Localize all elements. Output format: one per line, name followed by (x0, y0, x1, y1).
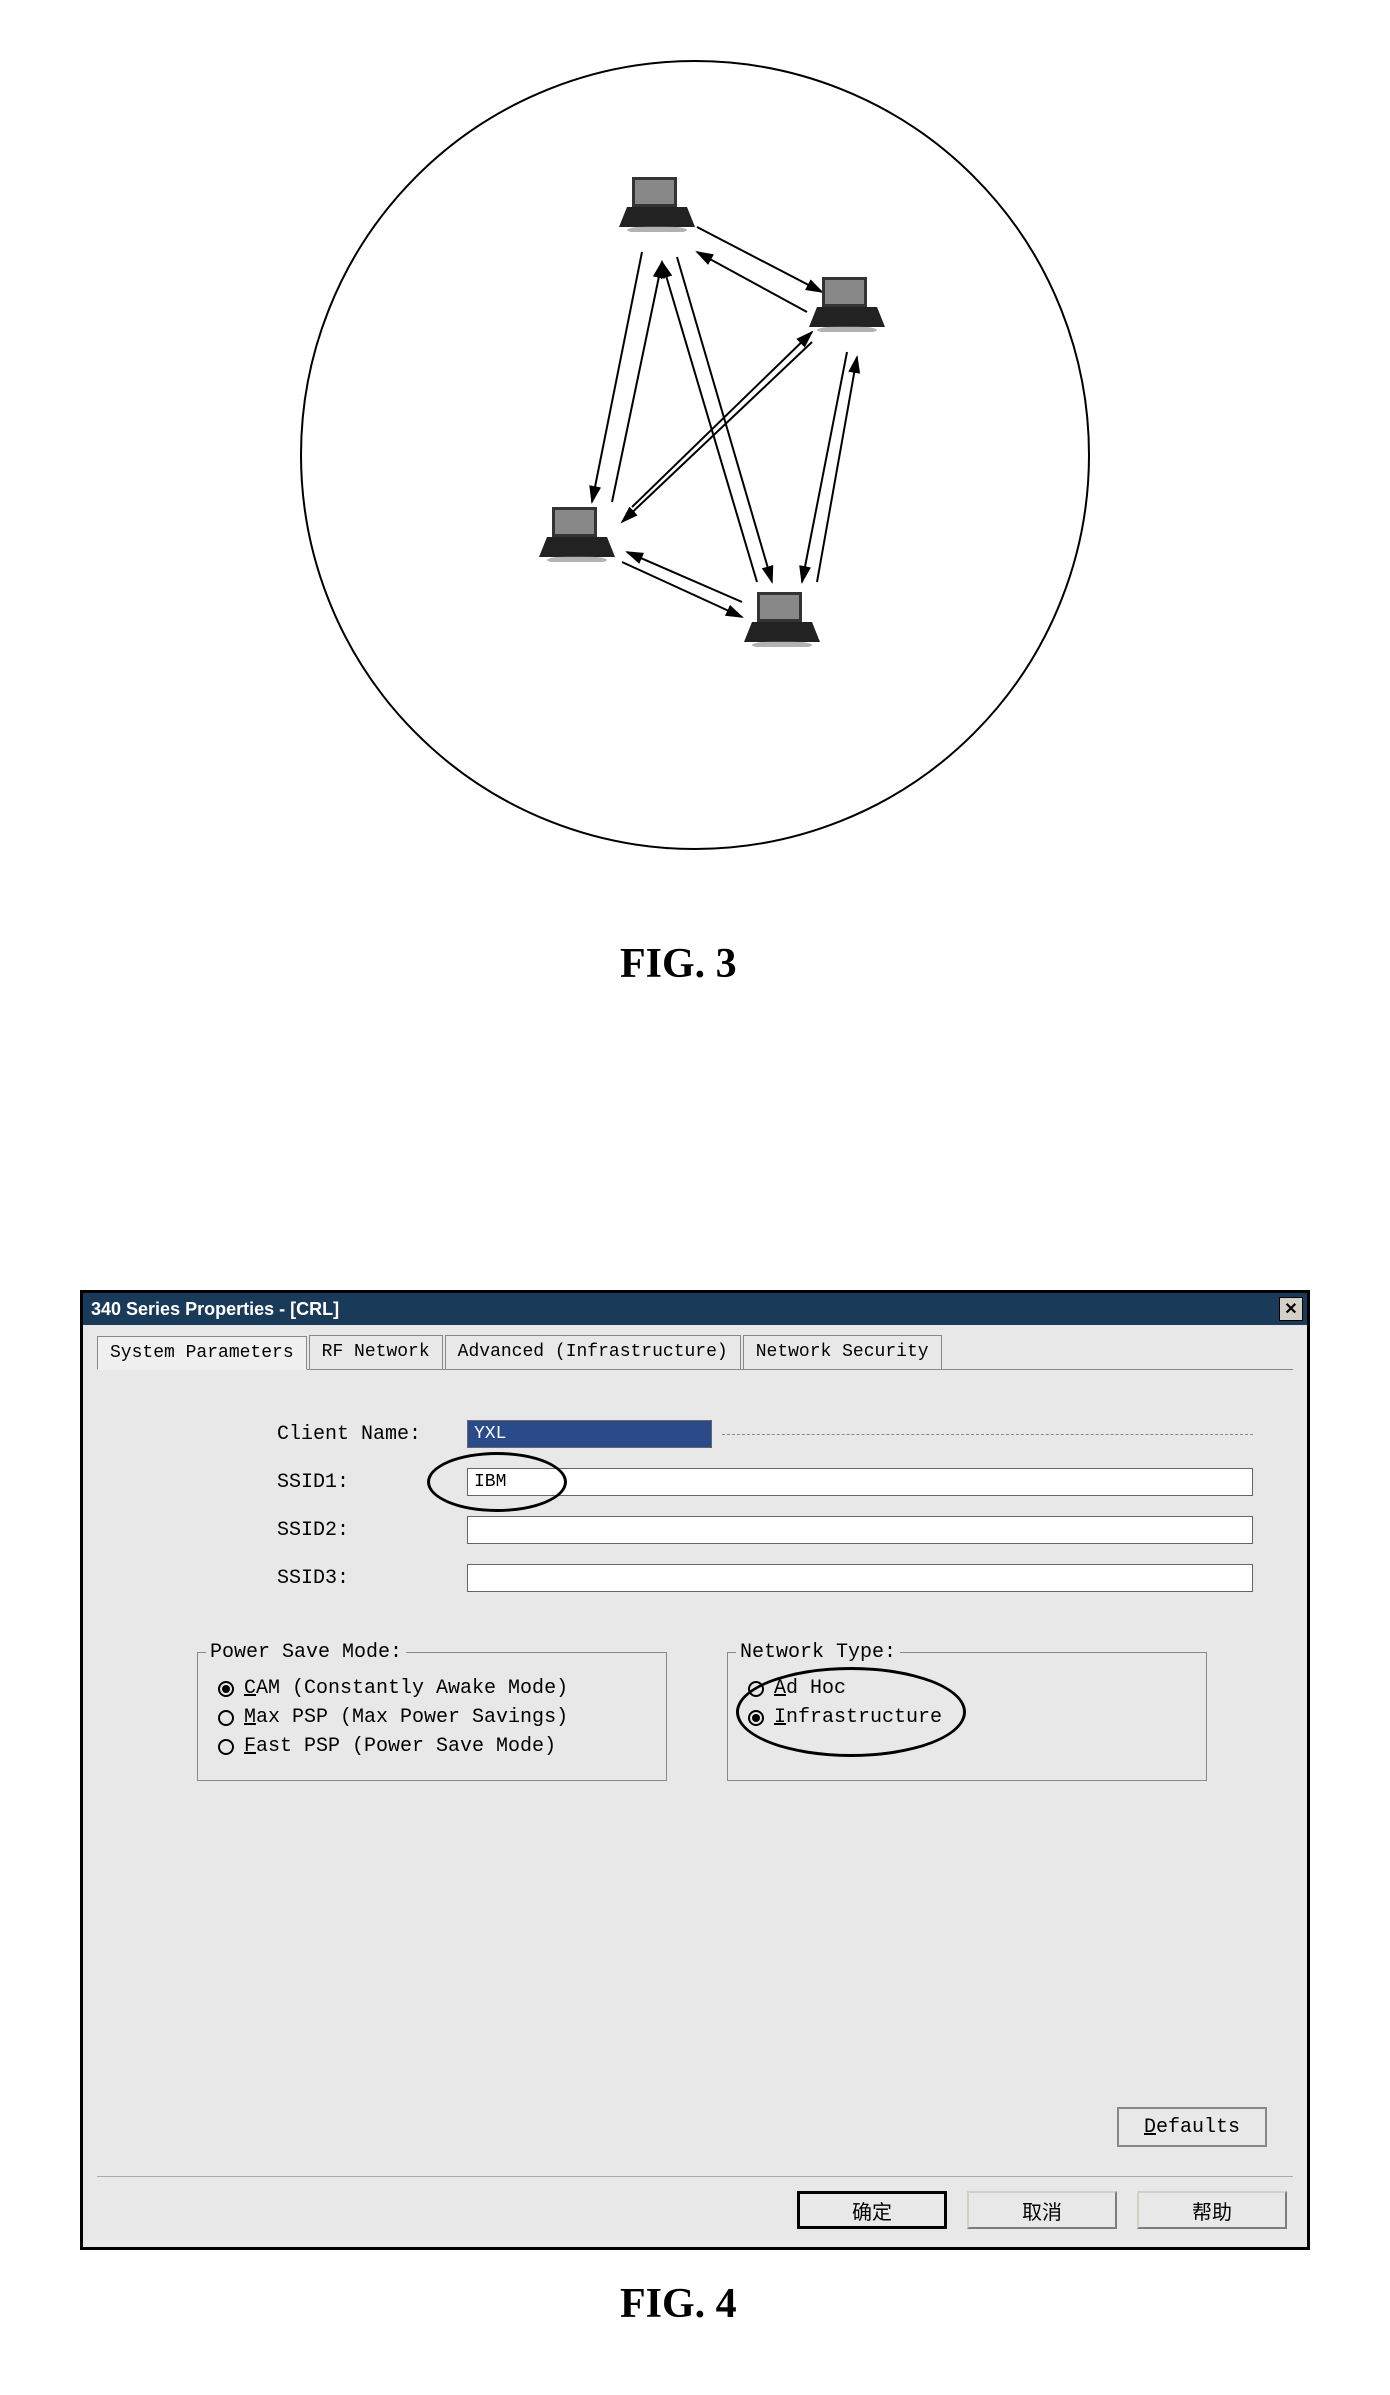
ssid2-row: SSID2: (277, 1516, 1253, 1544)
close-button[interactable]: ✕ (1279, 1297, 1303, 1321)
radio-icon (218, 1739, 234, 1755)
defaults-button[interactable]: Defaults (1117, 2107, 1267, 2147)
ok-button[interactable]: 确定 (797, 2191, 947, 2229)
laptop-node-a (617, 172, 697, 232)
laptop-node-d (742, 587, 822, 647)
radio-icon (748, 1681, 764, 1697)
radio-icon (748, 1710, 764, 1726)
ssid1-input[interactable] (467, 1468, 1253, 1496)
power-save-title: Power Save Mode: (206, 1641, 406, 1664)
divider (97, 2176, 1293, 2177)
ssid2-label: SSID2: (277, 1519, 467, 1542)
ssid3-row: SSID3: (277, 1564, 1253, 1592)
dialog-title: 340 Series Properties - [CRL] (91, 1299, 339, 1320)
client-name-row: Client Name: (277, 1420, 1253, 1448)
ssid3-label: SSID3: (277, 1567, 467, 1590)
group-boxes: Power Save Mode: CAM (Constantly Awake M… (97, 1642, 1293, 1791)
fig3-network-diagram (300, 60, 1090, 850)
fig4-caption: FIG. 4 (620, 2280, 737, 2328)
cancel-button[interactable]: 取消 (967, 2191, 1117, 2229)
dialog-buttons: 确定 取消 帮助 (797, 2191, 1287, 2229)
properties-dialog: 340 Series Properties - [CRL] ✕ System P… (80, 1290, 1310, 2250)
radio-icon (218, 1681, 234, 1697)
ssid1-row: SSID1: (277, 1468, 1253, 1496)
dialog-body: System Parameters RF Network Advanced (I… (83, 1325, 1307, 2247)
ssid1-label: SSID1: (277, 1471, 467, 1494)
radio-adhoc[interactable]: Ad Hoc (748, 1677, 1186, 1700)
client-name-input[interactable] (467, 1420, 712, 1448)
network-boundary-circle (300, 60, 1090, 850)
network-arrows-svg (302, 62, 1092, 852)
form-area: Client Name: SSID1: SSID2: SSID3: (97, 1390, 1293, 1622)
tab-strip: System Parameters RF Network Advanced (I… (97, 1335, 1293, 1370)
close-icon: ✕ (1284, 1299, 1297, 1319)
ssid3-input[interactable] (467, 1564, 1253, 1592)
network-type-title: Network Type: (736, 1641, 900, 1664)
fig3-caption: FIG. 3 (620, 940, 737, 988)
radio-infrastructure[interactable]: Infrastructure (748, 1706, 1186, 1729)
radio-cam[interactable]: CAM (Constantly Awake Mode) (218, 1677, 646, 1700)
tab-network-security[interactable]: Network Security (743, 1335, 942, 1369)
help-button[interactable]: 帮助 (1137, 2191, 1287, 2229)
laptop-node-c (537, 502, 617, 562)
power-save-groupbox: Power Save Mode: CAM (Constantly Awake M… (197, 1652, 667, 1781)
radio-max-psp[interactable]: Max PSP (Max Power Savings) (218, 1706, 646, 1729)
ssid2-input[interactable] (467, 1516, 1253, 1544)
dialog-titlebar: 340 Series Properties - [CRL] ✕ (83, 1293, 1307, 1325)
tab-system-parameters[interactable]: System Parameters (97, 1336, 307, 1370)
radio-icon (218, 1710, 234, 1726)
tab-advanced[interactable]: Advanced (Infrastructure) (445, 1335, 741, 1369)
client-name-label: Client Name: (277, 1423, 467, 1446)
laptop-node-b (807, 272, 887, 332)
tab-rf-network[interactable]: RF Network (309, 1335, 443, 1369)
network-type-groupbox: Network Type: Ad Hoc Infrastructure (727, 1652, 1207, 1781)
radio-fast-psp[interactable]: Fast PSP (Power Save Mode) (218, 1735, 646, 1758)
